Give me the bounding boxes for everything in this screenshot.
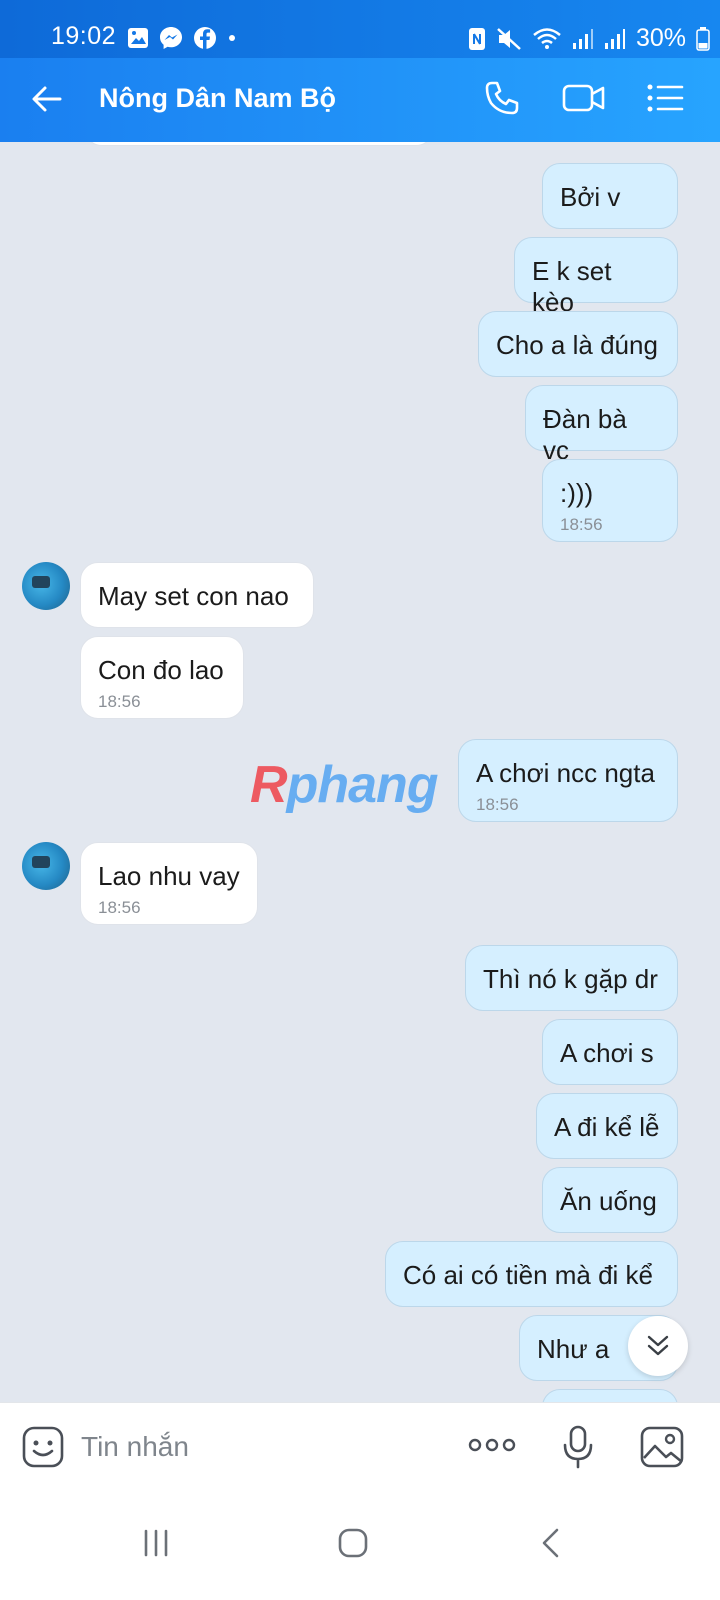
message-bubble-out[interactable]: A chơi s: [542, 1019, 678, 1085]
message-text: Như a: [537, 1334, 610, 1364]
message-text: May set con nao: [98, 581, 289, 611]
watermark-text: phang: [286, 756, 439, 814]
message-bubble-out[interactable]: :))) 18:56: [542, 459, 678, 542]
message-bubble-partial[interactable]: [84, 142, 434, 146]
message-text: E k set kèo: [532, 256, 612, 317]
avatar[interactable]: [22, 842, 70, 890]
more-icon[interactable]: [468, 1437, 516, 1453]
message-text: A chơi ncc ngta: [476, 758, 655, 788]
home-icon[interactable]: [338, 1528, 368, 1558]
avatar[interactable]: [22, 562, 70, 610]
watermark-initial: R: [250, 756, 288, 814]
notification-icons: [127, 26, 237, 50]
message-text: Có ai có tiền mà đi kể: [403, 1260, 654, 1290]
message-text: Bởi v: [560, 182, 621, 212]
message-text: A đi kể lễ: [554, 1112, 660, 1142]
message-bubble-out[interactable]: A đi kể lễ: [536, 1093, 678, 1159]
microphone-icon[interactable]: [562, 1425, 594, 1469]
message-timestamp: 18:56: [98, 898, 141, 917]
message-bubble-out[interactable]: Đàn bà vc: [525, 385, 678, 465]
message-text: Thì nó k gặp dr: [483, 964, 658, 994]
message-bubble-out[interactable]: Cho a là đúng: [478, 311, 678, 377]
message-input[interactable]: Tin nhắn: [81, 1431, 189, 1463]
watermark-logo: Rphang: [250, 755, 439, 815]
message-bubble-in[interactable]: Con đo lao 18:56: [80, 636, 244, 719]
menu-icon[interactable]: [646, 80, 684, 116]
video-call-icon[interactable]: [562, 80, 606, 116]
system-icons: 30%: [468, 24, 710, 53]
message-text: Đàn bà vc: [543, 404, 627, 465]
sticker-icon[interactable]: [22, 1426, 64, 1468]
double-chevron-down-icon: [647, 1335, 669, 1356]
message-text: Lao nhu vay: [98, 861, 240, 891]
gallery-icon: [128, 28, 148, 48]
message-text: Cho a là đúng: [496, 330, 658, 360]
chat-header: Nông Dân Nam Bộ: [0, 58, 720, 142]
scroll-to-bottom-button[interactable]: [628, 1316, 688, 1376]
system-navigation-bar: [0, 1492, 720, 1600]
back-arrow-icon[interactable]: [30, 82, 64, 116]
message-bubble-out[interactable]: A chơi ncc ngta 18:56: [458, 739, 678, 822]
image-icon[interactable]: [640, 1426, 684, 1468]
message-timestamp: 18:56: [560, 515, 603, 534]
message-bubble-out[interactable]: Có ai có tiền mà đi kể: [385, 1241, 678, 1307]
messenger-icon: [160, 27, 182, 49]
message-composer: Tin nhắn: [0, 1402, 720, 1493]
message-bubble-out[interactable]: Bởi v: [542, 163, 678, 229]
message-timestamp: 18:56: [98, 692, 141, 711]
message-bubble-out[interactable]: Ăn uống: [542, 1167, 678, 1233]
nfc-icon: [468, 27, 485, 50]
message-bubble-out[interactable]: Thì nó k gặp dr: [465, 945, 678, 1011]
back-icon[interactable]: [540, 1528, 560, 1558]
message-timestamp: 18:56: [476, 795, 519, 814]
message-text: A chơi s: [560, 1038, 654, 1068]
battery-percent: 30%: [635, 24, 686, 52]
signal-icon: [604, 28, 625, 49]
phone-icon[interactable]: [484, 80, 520, 116]
dot-icon: [229, 35, 235, 41]
recents-icon[interactable]: [143, 1529, 169, 1557]
message-text: Con đo lao: [98, 655, 224, 685]
battery-icon: [696, 26, 710, 51]
status-time: 19:02: [51, 22, 117, 50]
facebook-icon: [194, 27, 216, 49]
message-bubble-out[interactable]: E k set kèo: [514, 237, 678, 317]
wifi-icon: [533, 27, 561, 49]
status-bar: 19:02 30%: [0, 0, 720, 58]
message-bubble-in[interactable]: May set con nao: [80, 562, 314, 628]
conversation-title[interactable]: Nông Dân Nam Bộ: [99, 83, 336, 114]
signal-icon: [572, 28, 593, 49]
mute-icon: [497, 27, 521, 50]
message-text: :))): [560, 478, 594, 508]
message-text: Ăn uống: [560, 1186, 657, 1216]
message-bubble-in[interactable]: Lao nhu vay 18:56: [80, 842, 258, 925]
